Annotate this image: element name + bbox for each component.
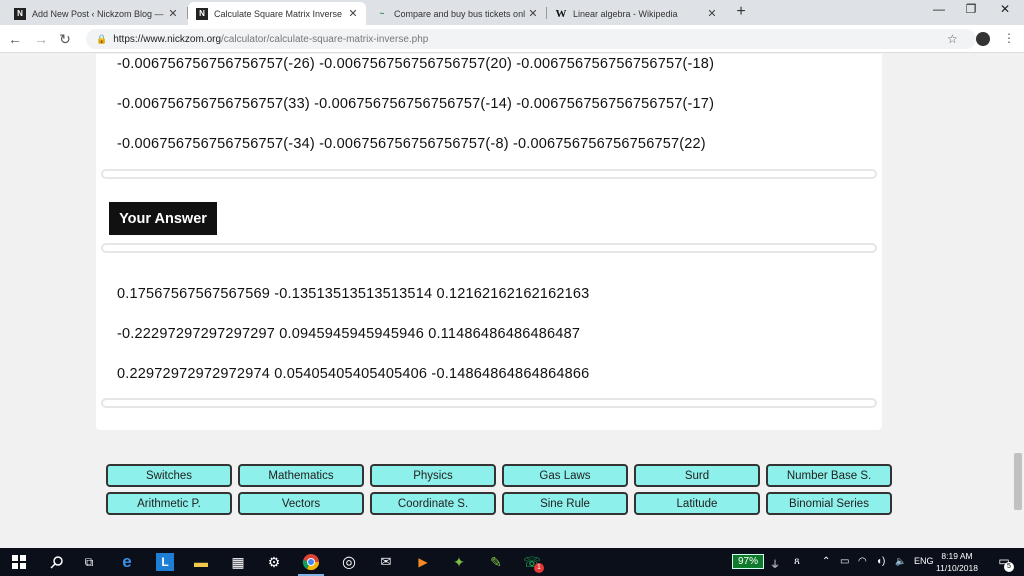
answer-line: -0.22297297297297297 0.0945945945945946 … [117, 326, 581, 342]
link-physics[interactable]: Physics [370, 464, 496, 487]
close-tab-icon[interactable]: ✕ [166, 7, 180, 20]
task-view-icon[interactable]: ⧉ [80, 553, 98, 571]
link-mathematics[interactable]: Mathematics [238, 464, 364, 487]
link-switches[interactable]: Switches [106, 464, 232, 487]
page-viewport: -0.006756756756756757(-26) -0.0067567567… [0, 54, 1012, 548]
new-tab-button[interactable]: + [733, 3, 749, 21]
close-tab-icon[interactable]: ✕ [705, 7, 719, 20]
answer-line: 0.17567567567567569 -0.13513513513513514… [117, 286, 590, 302]
matrix-line: -0.006756756756756757(-26) -0.0067567567… [117, 56, 715, 72]
tab-nickzom-blog[interactable]: N Add New Post ‹ Nickzom Blog — ✕ [6, 2, 186, 25]
back-arrow-icon[interactable]: ← [6, 31, 24, 47]
nickzom-favicon-icon: N [196, 7, 208, 20]
system-clock[interactable]: 8:19 AM 11/10/2018 [932, 550, 982, 574]
close-window-icon[interactable]: ✕ [990, 2, 1020, 16]
section-divider [101, 243, 877, 253]
result-card: -0.006756756756756757(-26) -0.0067567567… [96, 54, 882, 430]
power-plug-icon: ⏚ [770, 560, 780, 571]
language-indicator[interactable]: ENG [914, 556, 934, 566]
speaker-icon[interactable]: 🔈 [895, 556, 906, 567]
reload-icon[interactable]: ↻ [56, 31, 74, 48]
taskbar: ⧉ e L ▬ ▦ ⚙ ◎ ✉ ▶ ✦ ✎ ☏ 1 97% ⏚ ጸ ⌃ ▭ ◠ … [0, 548, 1024, 576]
windows-start-icon[interactable] [10, 553, 28, 571]
link-surd[interactable]: Surd [634, 464, 760, 487]
people-icon[interactable]: ጸ [794, 556, 800, 567]
browser-menu-icon[interactable]: ⋮ [1003, 31, 1015, 45]
link-number-base[interactable]: Number Base S. [766, 464, 892, 487]
show-hidden-icons-icon[interactable]: ⌃ [822, 556, 830, 567]
browser-toolbar: ← → ↻ 🔒 https://www.nickzom.org/calculat… [0, 25, 1024, 53]
restore-icon[interactable]: ❐ [956, 2, 986, 16]
tab-title: Linear algebra - Wikipedia [573, 8, 678, 19]
clock-date: 11/10/2018 [936, 563, 978, 573]
close-tab-icon[interactable]: ✕ [346, 7, 360, 20]
bookmark-star-icon[interactable]: ☆ [947, 32, 958, 46]
wifi-icon[interactable]: ◠ [858, 556, 867, 567]
url-path: /calculator/calculate-square-matrix-inve… [221, 33, 429, 45]
section-divider [101, 398, 877, 408]
link-coordinate-system[interactable]: Coordinate S. [370, 492, 496, 515]
matrix-line: -0.006756756756756757(-34) -0.0067567567… [117, 136, 706, 152]
link-vectors[interactable]: Vectors [238, 492, 364, 515]
forward-arrow-icon[interactable]: → [32, 31, 50, 47]
file-explorer-icon[interactable]: ▬ [192, 553, 210, 571]
your-answer-heading: Your Answer [109, 202, 217, 235]
lock-icon: 🔒 [96, 33, 108, 44]
app-circle-icon[interactable]: ◎ [340, 553, 358, 571]
chrome-icon[interactable] [302, 553, 320, 571]
url-host: https://www.nickzom.org [113, 33, 222, 45]
wikipedia-favicon-icon: W [555, 7, 567, 20]
bus-site-favicon-icon: ~ [379, 9, 385, 18]
nickzom-favicon-icon: N [14, 7, 26, 20]
tab-strip: N Add New Post ‹ Nickzom Blog — ✕ N Calc… [0, 0, 1024, 25]
section-divider [101, 169, 877, 179]
link-sine-rule[interactable]: Sine Rule [502, 492, 628, 515]
tab-wikipedia-linear-algebra[interactable]: W Linear algebra - Wikipedia ✕ [547, 2, 725, 25]
link-arithmetic-progression[interactable]: Arithmetic P. [106, 492, 232, 515]
minimize-icon[interactable]: — [924, 2, 954, 16]
extension-icon[interactable] [976, 32, 990, 46]
address-bar[interactable]: 🔒 https://www.nickzom.org/calculator/cal… [86, 29, 976, 49]
settings-gear-icon[interactable]: ⚙ [265, 553, 283, 571]
mail-icon[interactable]: ✉ [377, 553, 395, 571]
network-icon[interactable]: ▭ [840, 556, 849, 567]
matrix-line: -0.006756756756756757(33) -0.00675675675… [117, 96, 715, 112]
whatsapp-badge: 1 [534, 563, 544, 573]
scrollbar-thumb[interactable] [1014, 453, 1022, 510]
tab-title: Calculate Square Matrix Inverse [214, 8, 343, 19]
app-l-icon[interactable]: L [156, 553, 174, 571]
link-binomial-series[interactable]: Binomial Series [766, 492, 892, 515]
media-player-icon[interactable]: ▶ [414, 553, 432, 571]
search-icon[interactable] [48, 553, 66, 571]
tab-title: Compare and buy bus tickets onl [394, 8, 526, 19]
image-editor-icon[interactable]: ✎ [487, 553, 505, 571]
answer-line: 0.22972972972972974 0.05405405405405406 … [117, 366, 590, 382]
calculator-icon[interactable]: ▦ [229, 553, 247, 571]
close-tab-icon[interactable]: ✕ [526, 7, 540, 20]
battery-indicator[interactable]: 97% [732, 554, 764, 569]
link-gas-laws[interactable]: Gas Laws [502, 464, 628, 487]
notification-count-badge: 5 [1004, 562, 1014, 572]
android-studio-icon[interactable]: ✦ [450, 553, 468, 571]
edge-browser-icon[interactable]: e [118, 552, 136, 571]
link-latitude[interactable]: Latitude [634, 492, 760, 515]
tab-title: Add New Post ‹ Nickzom Blog — [32, 8, 164, 19]
tab-bus-tickets[interactable]: ~ Compare and buy bus tickets onl ✕ [368, 2, 546, 25]
clock-time: 8:19 AM [941, 551, 973, 561]
volume-icon[interactable]: ◖) [876, 556, 885, 567]
tab-calculate-square-matrix-inverse[interactable]: N Calculate Square Matrix Inverse ✕ [188, 2, 366, 25]
